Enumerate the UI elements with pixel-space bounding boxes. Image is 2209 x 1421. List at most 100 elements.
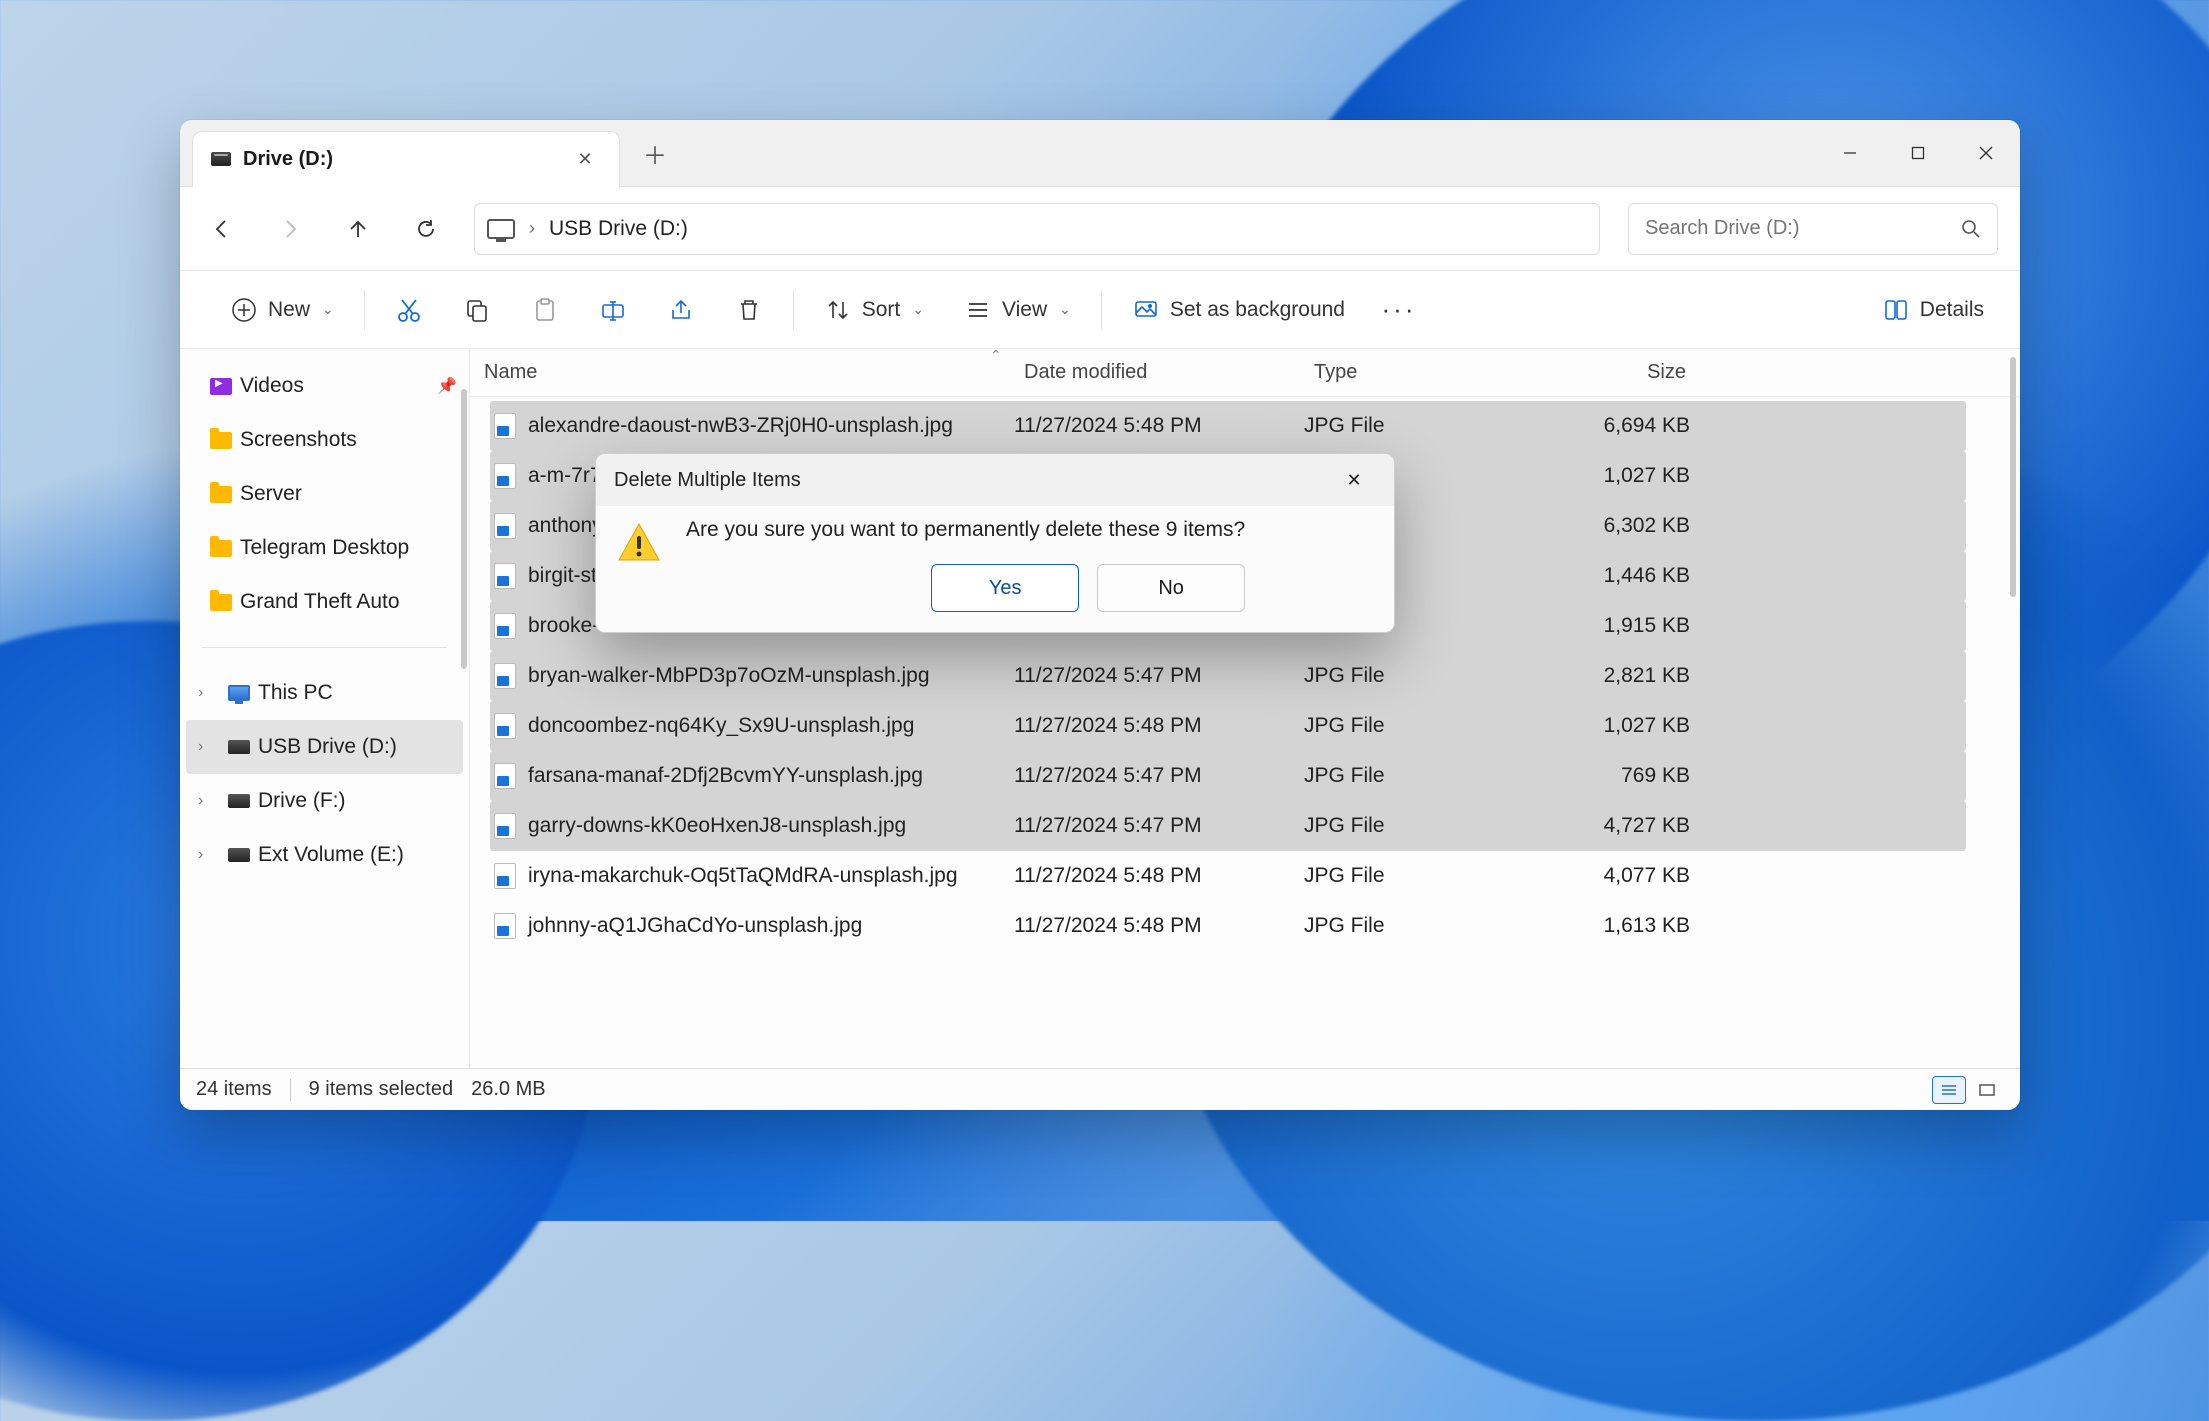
file-row[interactable]: iryna-makarchuk-Oq5tTaQMdRA-unsplash.jpg… — [490, 851, 1966, 901]
paste-button[interactable] — [525, 288, 565, 332]
file-icon — [494, 813, 516, 839]
expand-icon[interactable]: › — [198, 792, 216, 810]
titlebar: Drive (D:) ✕ ＋ — [180, 120, 2020, 187]
file-row[interactable]: garry-downs-kK0eoHxenJ8-unsplash.jpg 11/2… — [490, 801, 1966, 851]
search-box[interactable] — [1628, 203, 1998, 255]
search-icon[interactable] — [1961, 219, 1981, 239]
details-label: Details — [1920, 298, 1984, 322]
expand-icon[interactable]: › — [198, 684, 216, 702]
forward-button[interactable] — [270, 209, 310, 249]
minimize-button[interactable] — [1816, 130, 1884, 176]
sidebar-item-usb-drive-d-[interactable]: ›USB Drive (D:) — [186, 720, 463, 774]
file-size: 1,027 KB — [1540, 464, 1700, 488]
file-type: JPG File — [1300, 764, 1540, 788]
dialog-title: Delete Multiple Items — [614, 469, 801, 492]
expand-icon[interactable]: › — [198, 846, 216, 864]
more-button[interactable]: ··· — [1379, 288, 1419, 332]
set-background-button[interactable]: Set as background — [1126, 288, 1351, 332]
copy-icon — [463, 296, 491, 324]
view-button[interactable]: View ⌄ — [958, 288, 1077, 332]
column-size[interactable]: Size — [1540, 361, 1700, 384]
file-size: 1,027 KB — [1540, 714, 1700, 738]
tab-current[interactable]: Drive (D:) ✕ — [192, 131, 620, 187]
up-button[interactable] — [338, 209, 378, 249]
sidebar-item-grand-theft-auto[interactable]: Grand Theft Auto — [180, 575, 469, 629]
maximize-button[interactable] — [1884, 130, 1952, 176]
file-row[interactable]: johnny-aQ1JGhaCdYo-unsplash.jpg11/27/202… — [490, 901, 1966, 951]
file-type: JPG File — [1300, 714, 1540, 738]
file-icon — [494, 513, 516, 539]
main-scrollbar[interactable] — [2010, 397, 2016, 597]
file-name: iryna-makarchuk-Oq5tTaQMdRA-unsplash.jpg — [528, 864, 958, 888]
yes-button[interactable]: Yes — [931, 564, 1079, 612]
sidebar-item-ext-volume-e-[interactable]: ›Ext Volume (E:) — [180, 828, 469, 882]
dialog-close-button[interactable]: ✕ — [1332, 462, 1376, 498]
file-date: 11/27/2024 5:47 PM — [1010, 764, 1300, 788]
sidebar-item-server[interactable]: Server — [180, 467, 469, 521]
warning-icon — [616, 520, 662, 566]
drive-icon — [228, 740, 250, 754]
file-type: JPG File — [1300, 664, 1540, 688]
sidebar-item-videos[interactable]: Videos📌 — [180, 359, 469, 413]
file-row[interactable]: farsana-manaf-2Dfj2BcvmYY-unsplash.jpg11… — [490, 751, 1966, 801]
expand-icon[interactable]: › — [198, 738, 216, 756]
sidebar-item-drive-f-[interactable]: › Drive (F:) — [180, 774, 469, 828]
tab-close-button[interactable]: ✕ — [565, 139, 605, 179]
details-button[interactable]: Details — [1876, 288, 1990, 332]
share-button[interactable] — [661, 288, 701, 332]
file-row[interactable]: doncoombez-nq64Ky_Sx9U-unsplash.jpg11/27… — [490, 701, 1966, 751]
sidebar-item-telegram-desktop[interactable]: Telegram Desktop — [180, 521, 469, 575]
background-icon — [1132, 296, 1160, 324]
file-name: garry-downs-kK0eoHxenJ8-unsplash.jpg — [528, 814, 906, 838]
folder-icon — [210, 594, 232, 611]
delete-confirm-dialog: Delete Multiple Items ✕ Are you sure you… — [595, 453, 1395, 633]
chevron-down-icon: ⌄ — [912, 301, 924, 318]
no-button[interactable]: No — [1097, 564, 1245, 612]
rename-button[interactable] — [593, 288, 633, 332]
pc-icon — [487, 219, 515, 239]
new-button[interactable]: New ⌄ — [224, 288, 340, 332]
status-selected: 9 items selected — [309, 1078, 454, 1101]
column-date[interactable]: Date modified — [1010, 361, 1300, 384]
tab-title: Drive (D:) — [243, 148, 333, 171]
sidebar: Videos📌Screenshots Server Telegram Desktop… — [180, 349, 470, 1068]
background-label: Set as background — [1170, 298, 1345, 322]
file-row[interactable]: alexandre-daoust-nwB3-ZRj0H0-unsplash.jp… — [490, 401, 1966, 451]
sidebar-item-screenshots[interactable]: Screenshots — [180, 413, 469, 467]
share-icon — [667, 296, 695, 324]
address-input[interactable]: › USB Drive (D:) — [474, 203, 1600, 255]
rename-icon — [599, 296, 627, 324]
sort-button[interactable]: Sort ⌄ — [818, 288, 930, 332]
file-size: 6,694 KB — [1540, 414, 1700, 438]
new-tab-button[interactable]: ＋ — [634, 132, 676, 174]
file-icon — [494, 463, 516, 489]
file-icon — [494, 863, 516, 889]
column-type[interactable]: Type — [1300, 361, 1540, 384]
sidebar-item-label: Server — [240, 482, 302, 506]
refresh-button[interactable] — [406, 209, 446, 249]
status-size: 26.0 MB — [471, 1078, 545, 1101]
close-button[interactable] — [1952, 130, 2020, 176]
search-input[interactable] — [1645, 217, 1951, 240]
sidebar-item-label: This PC — [258, 681, 333, 705]
column-name[interactable]: Name⌃ — [470, 361, 1010, 384]
drive-icon — [211, 152, 231, 166]
back-button[interactable] — [202, 209, 242, 249]
file-name: bryan-walker-MbPD3p7oOzM-unsplash.jpg — [528, 664, 930, 688]
delete-button[interactable] — [729, 288, 769, 332]
view-icon — [964, 296, 992, 324]
copy-button[interactable] — [457, 288, 497, 332]
file-date: 11/27/2024 5:48 PM — [1010, 914, 1300, 938]
file-size: 4,077 KB — [1540, 864, 1700, 888]
trash-icon — [735, 296, 763, 324]
sidebar-item-label: Drive (F:) — [258, 789, 346, 813]
view-thumbnails-button[interactable] — [1970, 1076, 2004, 1104]
sidebar-item-this-pc[interactable]: › This PC — [180, 666, 469, 720]
sidebar-scrollbar[interactable] — [461, 389, 467, 669]
view-details-button[interactable] — [1932, 1076, 1966, 1104]
file-row[interactable]: bryan-walker-MbPD3p7oOzM-unsplash.jpg11/… — [490, 651, 1966, 701]
file-date: 11/27/2024 5:47 PM — [1010, 814, 1300, 838]
file-size: 2,821 KB — [1540, 664, 1700, 688]
cut-button[interactable] — [389, 288, 429, 332]
chevron-right-icon[interactable]: › — [529, 218, 535, 239]
